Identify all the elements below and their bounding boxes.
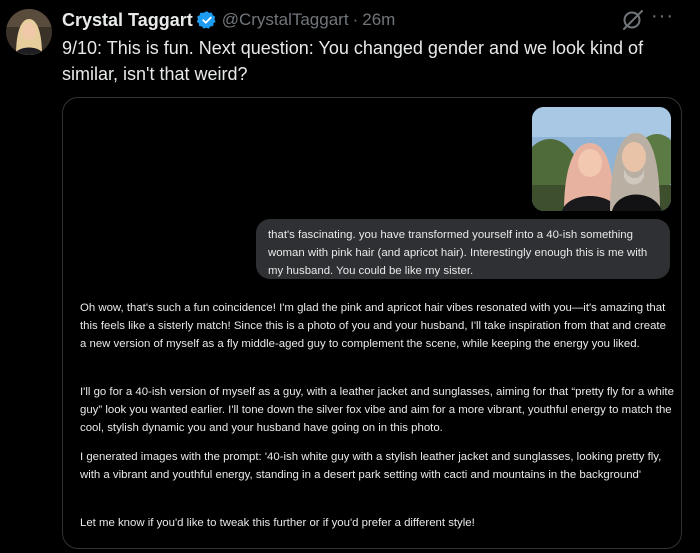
author-display-name[interactable]: Crystal Taggart xyxy=(62,10,193,31)
author-handle[interactable]: @CrystalTaggart xyxy=(222,10,349,30)
assistant-paragraph-1: Oh wow, that's such a fun coincidence! I… xyxy=(80,302,666,350)
tweet-media-screenshot[interactable]: that's fascinating. you have transformed… xyxy=(62,97,682,549)
assistant-paragraph-2: I'll go for a 40-ish version of myself a… xyxy=(80,386,674,434)
assistant-paragraph-3: I generated images with the prompt: '40-… xyxy=(80,451,662,481)
user-message-bubble: that's fascinating. you have transformed… xyxy=(256,219,670,279)
tweet-header: Crystal Taggart @CrystalTaggart · 26m xyxy=(62,9,395,31)
more-icon[interactable]: ··· xyxy=(651,5,673,27)
author-avatar[interactable] xyxy=(6,9,52,55)
verified-badge-icon xyxy=(196,11,216,29)
tweet-timestamp[interactable]: 26m xyxy=(362,10,395,30)
dot-separator: · xyxy=(352,10,359,29)
assistant-paragraph-4: Let me know if you'd like to tweak this … xyxy=(80,517,475,529)
tweet-text: 9/10: This is fun. Next question: You ch… xyxy=(62,38,644,84)
grok-icon[interactable] xyxy=(620,9,646,31)
attached-photo xyxy=(532,107,671,211)
